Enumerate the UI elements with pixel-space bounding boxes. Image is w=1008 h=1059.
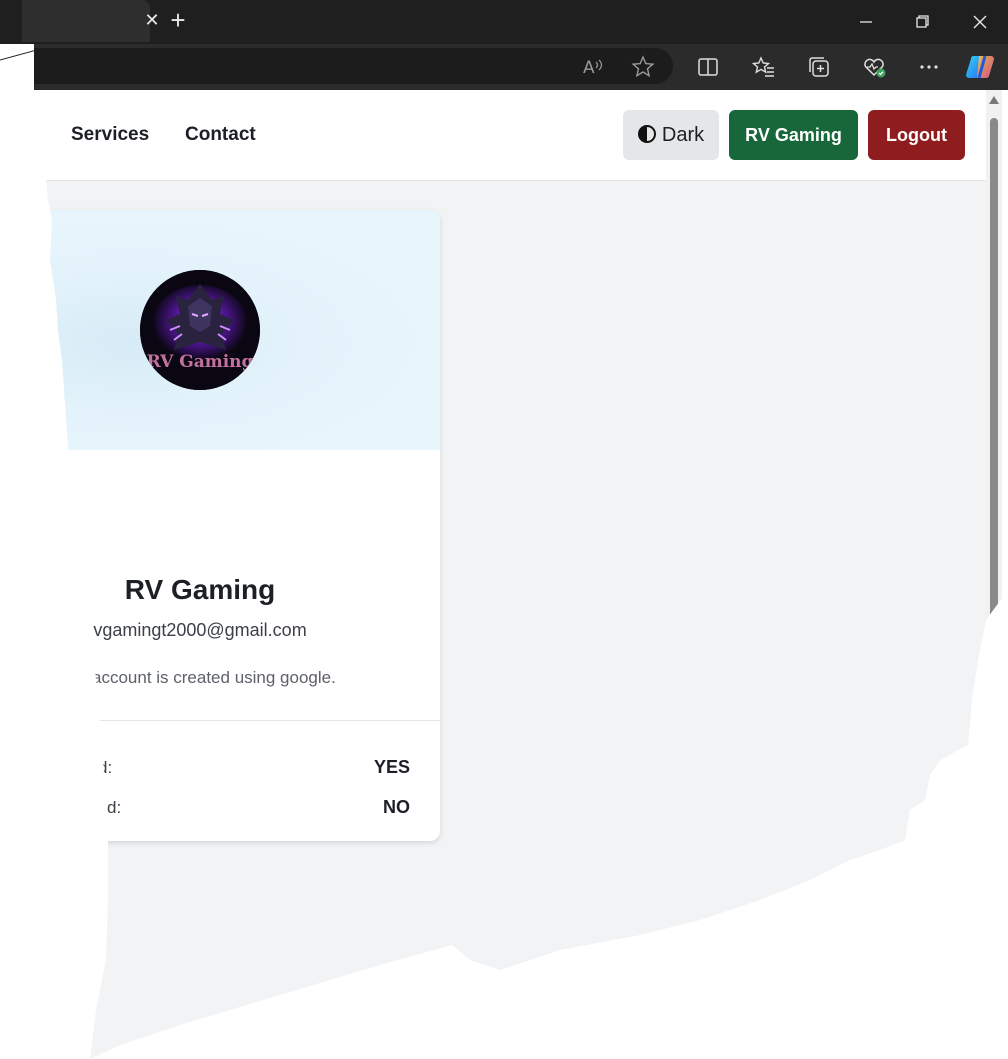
browser-tab[interactable]: ✕	[22, 0, 160, 42]
stat-value: NO	[383, 797, 410, 817]
scroll-thumb[interactable]	[990, 118, 998, 648]
avatar-text: RV Gaming	[147, 352, 254, 372]
theme-toggle-label: Dark	[661, 124, 705, 146]
profile-email: vgamingt2000@gmail.com	[93, 620, 307, 640]
nav-link-services[interactable]: Services	[71, 124, 149, 146]
contrast-icon	[637, 125, 656, 143]
logout-button[interactable]: Logout	[868, 110, 965, 160]
restore-icon[interactable]	[908, 8, 936, 36]
browser-titlebar: ✕ +	[0, 0, 1008, 44]
browser-toolbar: A	[28, 44, 1008, 90]
browser-essentials-icon[interactable]	[861, 54, 887, 80]
read-aloud-icon[interactable]: A	[580, 54, 606, 80]
split-screen-icon[interactable]	[695, 54, 721, 80]
scroll-up-icon[interactable]	[989, 96, 999, 104]
stat-label: d:	[98, 758, 113, 777]
new-tab-icon[interactable]: +	[164, 6, 192, 34]
torn-edge	[0, 44, 45, 94]
profile-cover: RV Gaming	[32, 210, 440, 450]
profile-name: RV Gaming	[124, 574, 276, 605]
avatar: RV Gaming	[140, 270, 260, 390]
account-note: account is created using google.	[92, 668, 336, 687]
favorites-icon[interactable]	[751, 54, 777, 80]
nav-link-contact[interactable]: Contact	[185, 124, 256, 146]
copilot-icon[interactable]	[965, 52, 997, 82]
profile-card: RV Gaming RV Gaming vgamingt2000@gmail.c…	[32, 210, 440, 841]
stat-value: YES	[373, 757, 410, 777]
favorite-star-icon[interactable]	[630, 54, 656, 80]
stat-label: d:	[107, 798, 122, 817]
close-tab-icon[interactable]: ✕	[142, 10, 162, 30]
svg-text:A: A	[583, 58, 595, 78]
divider	[92, 720, 440, 721]
site-navbar: Services Contact Dark RV Gaming Logout	[32, 90, 986, 181]
address-bar[interactable]: A	[28, 48, 673, 84]
minimize-icon[interactable]	[852, 8, 880, 36]
more-icon[interactable]	[916, 54, 942, 80]
web-page: Services Contact Dark RV Gaming Logout R…	[32, 90, 986, 1059]
page-scrollbar[interactable]	[986, 90, 1002, 650]
theme-toggle-button[interactable]: Dark	[623, 110, 719, 160]
user-profile-button[interactable]: RV Gaming	[729, 110, 858, 160]
collections-icon[interactable]	[806, 54, 832, 80]
close-window-icon[interactable]	[966, 8, 994, 36]
